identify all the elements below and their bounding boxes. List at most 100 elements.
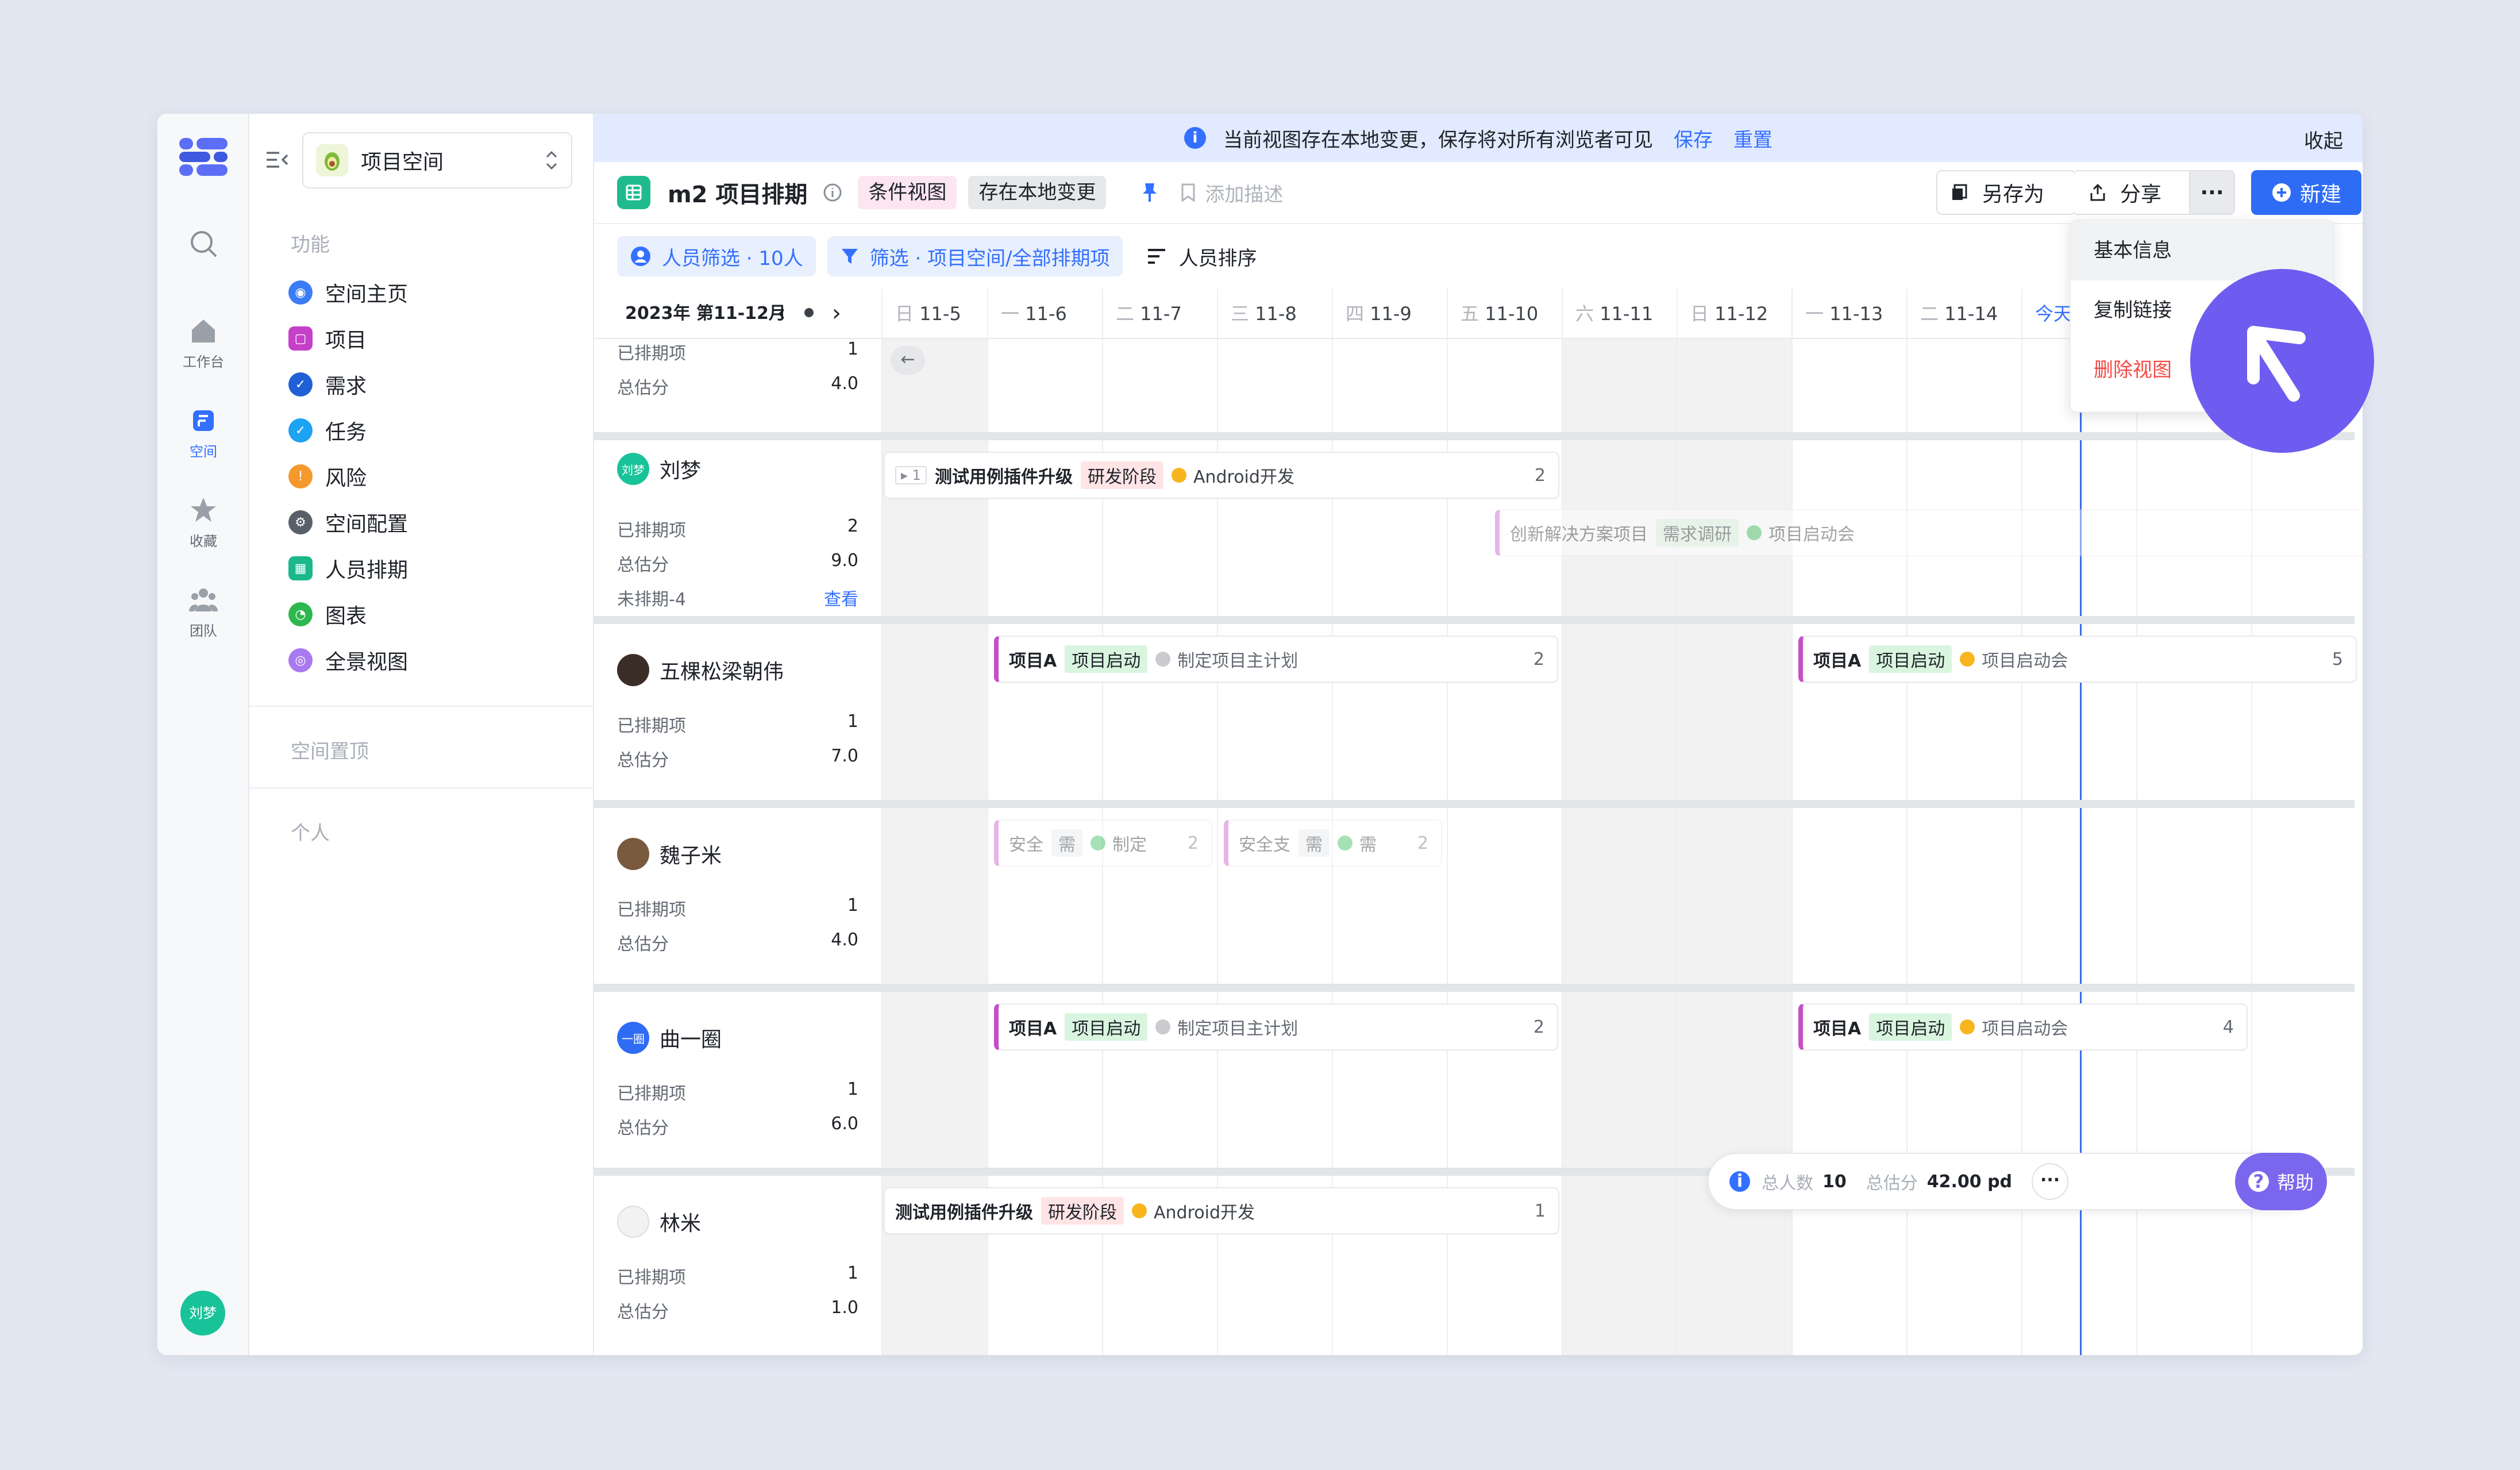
rail-favorites[interactable]: 收藏: [157, 495, 249, 550]
rail-team[interactable]: 团队: [157, 585, 249, 640]
status-dot: [1960, 652, 1975, 667]
project-icon: ▢: [288, 326, 313, 351]
person-row: 五棵松梁朝伟 已排期项 1 总估分 7.0: [594, 624, 881, 800]
home-icon: [192, 320, 215, 343]
nav-task[interactable]: ✓ 任务: [288, 410, 367, 451]
today-cell: 今天: [2021, 288, 2072, 339]
person-row: 魏子米 已排期项 1 总估分 4.0: [594, 808, 881, 984]
sort-icon: [1147, 249, 1165, 264]
condition-view-chip[interactable]: 条件视图: [858, 176, 957, 209]
date-cell: 日 11-12: [1677, 288, 1768, 339]
more-icon: ···: [2200, 180, 2224, 205]
schedule-bar[interactable]: ▸ 1 测试用例插件升级 研发阶段 Android开发 2: [884, 452, 1559, 499]
workspace-name: 项目空间: [361, 151, 444, 174]
section-personal[interactable]: 个人: [291, 817, 330, 845]
total-people-label: 总人数: [1762, 1173, 1813, 1194]
nav-label: 图表: [325, 605, 367, 628]
view-link[interactable]: 查看: [824, 585, 858, 610]
schedule-bar[interactable]: 测试用例插件升级 研发阶段 Android开发 1: [884, 1187, 1559, 1234]
schedule-bar[interactable]: 项目A 项目启动 项目启动会 5: [1798, 636, 2357, 683]
banner-save-link[interactable]: 保存: [1674, 124, 1713, 152]
schedule-bar[interactable]: 创新解决方案项目需求调研 项目启动会 7: [1495, 509, 2363, 556]
rail-workbench[interactable]: 工作台: [157, 316, 249, 371]
total-people: 10: [1822, 1171, 1847, 1192]
people-filter-label: 人员筛选 · 10人: [662, 247, 803, 270]
nav-staff-schedule[interactable]: ▦ 人员排期: [288, 548, 408, 588]
back-arrow-button[interactable]: ←: [891, 346, 925, 375]
people-filter-chip[interactable]: 人员筛选 · 10人: [617, 236, 816, 276]
share-icon: [2090, 183, 2105, 201]
stat-scheduled: 已排期项 1: [617, 1079, 858, 1104]
person-name[interactable]: 五棵松梁朝伟: [617, 654, 784, 686]
info-circle-icon[interactable]: [822, 182, 843, 203]
more-button[interactable]: ···: [2189, 170, 2235, 215]
photo-avatar: [617, 654, 649, 686]
person-row: 林米 已排期项 1 总估分 1.0: [594, 1176, 881, 1352]
nav-label: 全景视图: [325, 651, 409, 674]
nav-requirement[interactable]: ✓ 需求: [288, 364, 367, 405]
user-avatar[interactable]: 刘梦: [180, 1291, 225, 1336]
schedule-bar[interactable]: 项目A 项目启动 制定项目主计划 2: [994, 1003, 1558, 1050]
schedule-bar[interactable]: 项目A 项目启动 项目启动会 4: [1798, 1003, 2248, 1050]
stat-scheduled: 已排期项 1: [617, 711, 858, 736]
nav-label: 人员排期: [325, 559, 409, 582]
section-pinned[interactable]: 空间置顶: [291, 736, 369, 764]
share-button[interactable]: 分享: [2075, 170, 2190, 215]
share-label: 分享: [2120, 183, 2162, 206]
save-as-button[interactable]: 另存为: [1936, 170, 2076, 215]
pin-icon[interactable]: [1139, 181, 1160, 204]
person-row: 一圈 曲一圈 已排期项 1 总估分 6.0: [594, 992, 881, 1168]
funnel-icon: [841, 249, 858, 264]
current-week-button[interactable]: [804, 308, 814, 317]
next-week-button[interactable]: ›: [832, 300, 841, 326]
collapse-sidebar-icon[interactable]: [264, 147, 290, 172]
scope-filter-chip[interactable]: 筛选 · 项目空间/全部排期项: [827, 236, 1123, 276]
person-name[interactable]: 魏子米: [617, 838, 722, 870]
cursor-indicator: [2190, 269, 2374, 453]
nav-space-config[interactable]: ⚙ 空间配置: [288, 502, 408, 542]
view-title[interactable]: m2 项目排期: [668, 176, 807, 209]
help-button[interactable]: ? 帮助: [2235, 1153, 2327, 1210]
nav-panorama[interactable]: ◎ 全景视图: [288, 640, 408, 680]
banner-collapse-button[interactable]: 收起: [2304, 125, 2343, 153]
nav-project[interactable]: ▢ 项目: [288, 318, 367, 359]
banner-reset-link[interactable]: 重置: [1733, 124, 1773, 152]
star-icon: [191, 498, 216, 522]
date-cell: 一 11-13: [1791, 288, 1883, 339]
row-separator: [594, 984, 2355, 992]
nav-charts[interactable]: ◔ 图表: [288, 594, 367, 634]
schedule-bar[interactable]: 项目A 项目启动 制定项目主计划 2: [994, 636, 1558, 683]
stat-estimate: 总估分 6.0: [617, 1114, 858, 1138]
person-name[interactable]: 一圈 曲一圈: [617, 1022, 722, 1054]
workspace-selector[interactable]: 项目空间: [302, 132, 572, 188]
search-icon[interactable]: [186, 226, 221, 261]
stat-estimate: 总估分 7.0: [617, 746, 858, 771]
new-button[interactable]: 新建: [2251, 170, 2361, 215]
add-description[interactable]: 添加描述: [1205, 179, 1283, 207]
schedule-bar[interactable]: 安全需 制定 2: [994, 819, 1212, 867]
stat-estimate: 总估分 1.0: [617, 1298, 858, 1322]
row-separator: [594, 800, 2355, 808]
summary-more-button[interactable]: ···: [2032, 1163, 2069, 1200]
app-logo[interactable]: [179, 138, 228, 176]
date-cell: 日 11-5: [881, 288, 961, 339]
status-dot: [1155, 652, 1171, 667]
bookmark-icon: [1181, 183, 1195, 202]
status-dot: [1960, 1019, 1975, 1034]
local-change-banner: i 当前视图存在本地变更，保存将对所有浏览者可见 保存 重置 收起: [594, 114, 2363, 162]
nav-risk[interactable]: ! 风险: [288, 456, 367, 497]
nav-space-home[interactable]: ◉ 空间主页: [288, 272, 408, 313]
app-rail: 工作台 空间 收藏 团队 刘梦: [157, 114, 249, 1355]
day-column: [1562, 339, 1677, 1355]
schedule-bar[interactable]: 安全支需 需 2: [1224, 819, 1442, 867]
local-change-chip[interactable]: 存在本地变更: [968, 176, 1107, 209]
person-row: 刘梦 刘梦 已排期项 2 总估分 9.0 未排期-4 查看: [594, 440, 881, 616]
question-icon: ?: [2248, 1171, 2269, 1192]
person-name[interactable]: 刘梦 刘梦: [617, 453, 701, 485]
avocado-icon: [316, 144, 348, 176]
person-name[interactable]: 林米: [617, 1206, 701, 1238]
prev-week-button[interactable]: ‹: [777, 300, 786, 326]
people-sort-chip[interactable]: 人员排序: [1134, 236, 1270, 276]
rail-space[interactable]: 空间: [157, 406, 249, 460]
date-cell: 一 11-6: [987, 288, 1067, 339]
